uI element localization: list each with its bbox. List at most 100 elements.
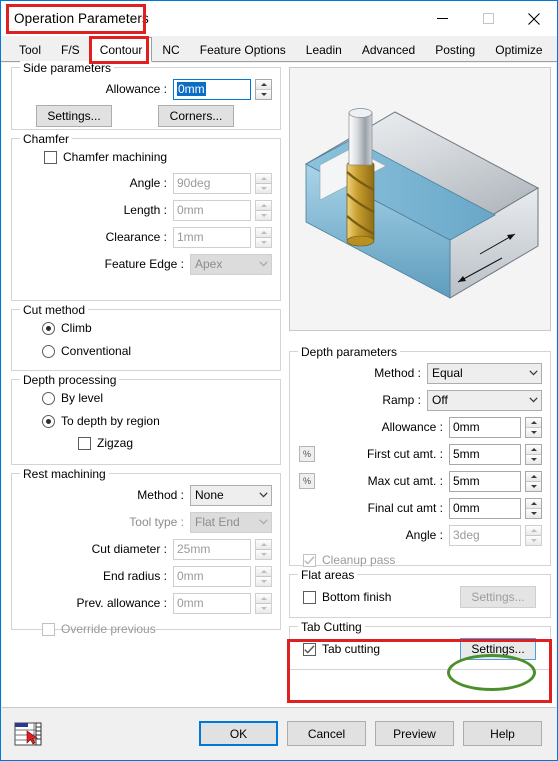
chevron-down-icon (255, 492, 271, 498)
depth-allowance-spinner[interactable] (525, 416, 542, 438)
tab-contour[interactable]: Contour (89, 37, 153, 62)
side-allowance-spinner[interactable] (255, 78, 272, 100)
depth-angle-spinner[interactable] (525, 524, 542, 546)
close-icon[interactable] (511, 1, 557, 36)
radio-to-depth-by-region[interactable]: To depth by region (42, 414, 272, 428)
side-allowance-input[interactable]: 0mm (173, 78, 251, 100)
spinner-up[interactable] (526, 498, 541, 509)
chamfer-clearance-input[interactable] (173, 226, 251, 248)
spinner-up[interactable] (256, 566, 271, 577)
spinner-down[interactable] (526, 454, 541, 464)
spinner-up[interactable] (526, 471, 541, 482)
depth-method-value: Equal (432, 366, 463, 380)
tab-posting[interactable]: Posting (425, 37, 486, 61)
ok-button[interactable]: OK (199, 721, 278, 746)
depth-max-cut-spinner[interactable] (525, 470, 542, 492)
table-cursor-icon[interactable] (14, 720, 44, 748)
first-cut-percent-button[interactable]: % (299, 446, 315, 462)
side-settings-button[interactable]: Settings... (36, 105, 112, 127)
spinner-down[interactable] (256, 89, 271, 99)
rest-method-select[interactable]: None (190, 484, 272, 506)
radio-by-level[interactable]: By level (42, 391, 272, 405)
spinner-down[interactable] (256, 576, 271, 586)
spinner-down[interactable] (526, 535, 541, 545)
tab-advanced[interactable]: Advanced (351, 37, 426, 61)
rest-prev-allowance-input[interactable] (173, 592, 251, 614)
minimize-icon[interactable] (419, 1, 465, 36)
checkbox-box (303, 590, 316, 604)
spinner-down[interactable] (256, 210, 271, 220)
chamfer-clearance-label: Clearance : (105, 230, 167, 244)
help-button[interactable]: Help (463, 721, 542, 746)
chamfer-machining-checkbox[interactable]: Chamfer machining (44, 150, 272, 164)
rest-end-radius-input[interactable] (173, 565, 251, 587)
chamfer-length-spinner[interactable] (255, 199, 272, 221)
radio-climb[interactable]: Climb (42, 321, 272, 335)
spinner-down[interactable] (526, 481, 541, 491)
spinner-up[interactable] (526, 444, 541, 455)
spinner-up[interactable] (526, 417, 541, 428)
window-title: Operation Parameters (14, 11, 149, 26)
spinner-down[interactable] (526, 508, 541, 518)
spinner-up[interactable] (256, 200, 271, 211)
depth-allowance-input[interactable] (449, 416, 521, 438)
chevron-down-icon (525, 370, 541, 376)
tab-fs[interactable]: F/S (51, 37, 90, 61)
rest-prev-allowance-spinner[interactable] (255, 592, 272, 614)
spinner-up[interactable] (526, 525, 541, 536)
tab-cutting-settings-button[interactable]: Settings... (460, 638, 536, 660)
cleanup-pass-checkbox[interactable]: Cleanup pass (303, 553, 542, 567)
depth-max-cut-input[interactable] (449, 470, 521, 492)
depth-method-select[interactable]: Equal (427, 362, 542, 384)
depth-ramp-select[interactable]: Off (427, 389, 542, 411)
depth-first-cut-label: First cut amt. : (366, 447, 443, 461)
radio-by-level-label: By level (61, 391, 104, 405)
cut-method-group: Cut method Climb Conventional (11, 303, 281, 371)
depth-parameters-legend: Depth parameters (298, 345, 401, 359)
radio-circle (42, 391, 55, 405)
rest-cut-diameter-spinner[interactable] (255, 538, 272, 560)
depth-first-cut-input[interactable] (449, 443, 521, 465)
chamfer-clearance-spinner[interactable] (255, 226, 272, 248)
chamfer-legend: Chamfer (20, 132, 73, 146)
spinner-up[interactable] (256, 227, 271, 238)
spinner-down[interactable] (256, 183, 271, 193)
spinner-down[interactable] (256, 549, 271, 559)
side-corners-button[interactable]: Corners... (158, 105, 234, 127)
override-previous-checkbox[interactable]: Override previous (42, 622, 272, 636)
spinner-up[interactable] (256, 593, 271, 604)
tab-cutting-checkbox[interactable]: Tab cutting (303, 642, 380, 656)
tab-feature-options[interactable]: Feature Options (189, 37, 296, 61)
max-cut-percent-button[interactable]: % (299, 473, 315, 489)
preview-button[interactable]: Preview (375, 721, 454, 746)
tab-tool[interactable]: Tool (9, 37, 52, 61)
left-column: Side parameters Allowance : 0mm Settings… (11, 61, 281, 638)
bottom-finish-checkbox[interactable]: Bottom finish (303, 590, 391, 604)
spinner-up[interactable] (256, 173, 271, 184)
depth-final-cut-input[interactable] (449, 497, 521, 519)
chamfer-feature-edge-select[interactable]: Apex (190, 253, 272, 275)
rest-end-radius-spinner[interactable] (255, 565, 272, 587)
rest-tool-type-label: Tool type : (129, 515, 184, 529)
depth-first-cut-spinner[interactable] (525, 443, 542, 465)
rest-tool-type-select[interactable]: Flat End (190, 511, 272, 533)
checkbox-box (44, 150, 57, 164)
depth-final-cut-spinner[interactable] (525, 497, 542, 519)
chamfer-angle-input[interactable] (173, 172, 251, 194)
zigzag-checkbox[interactable]: Zigzag (78, 436, 272, 450)
radio-conventional[interactable]: Conventional (42, 344, 272, 358)
checkbox-box (303, 553, 316, 567)
rest-cut-diameter-input[interactable] (173, 538, 251, 560)
spinner-up[interactable] (256, 539, 271, 550)
chamfer-angle-spinner[interactable] (255, 172, 272, 194)
spinner-up[interactable] (256, 79, 271, 90)
spinner-down[interactable] (526, 427, 541, 437)
tab-nc[interactable]: NC (152, 37, 190, 61)
tab-optimize[interactable]: Optimize (485, 37, 553, 61)
cancel-button[interactable]: Cancel (287, 721, 366, 746)
spinner-down[interactable] (256, 237, 271, 247)
chamfer-length-input[interactable] (173, 199, 251, 221)
tab-leadin[interactable]: Leadin (295, 37, 352, 61)
spinner-down[interactable] (256, 603, 271, 613)
depth-angle-input[interactable] (449, 524, 521, 546)
